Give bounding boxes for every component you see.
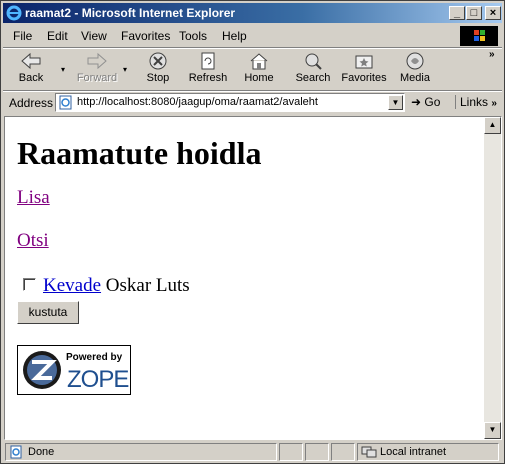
page-content: Raamatute hoidla Lisa Otsi Kevade Oskar … [5,117,484,439]
forward-button[interactable]: Forward [75,49,119,89]
home-button[interactable]: Home [239,49,279,89]
menu-view[interactable]: View [81,29,107,43]
search-icon [305,53,322,70]
home-icon [250,53,268,70]
title-bar[interactable]: raamat2 - Microsoft Internet Explorer _ … [3,3,502,23]
scroll-down-icon[interactable]: ▼ [484,422,501,439]
status-main: Done [5,443,277,461]
forward-dropdown-icon[interactable]: ▾ [123,65,127,74]
close-button[interactable]: × [485,6,501,20]
minimize-button[interactable]: _ [449,6,465,20]
address-bar: Address http://localhost:8080/jaagup/oma… [3,92,502,114]
go-arrow-icon: ➜ [411,95,422,109]
links-chevron-icon: » [491,98,497,109]
powered-by-zope-badge[interactable]: Powered by ZOPE [17,345,131,395]
menu-help[interactable]: Help [222,29,247,43]
media-button[interactable]: Media [395,49,435,89]
favorites-button[interactable]: Favorites [339,49,389,89]
go-button[interactable]: ➜ Go [411,95,440,109]
scroll-up-icon[interactable]: ▲ [484,117,501,134]
status-text: Done [28,446,55,458]
back-button[interactable]: Back [11,49,51,89]
status-pane [279,443,303,461]
ie-logo-icon [6,5,22,21]
stop-label: Stop [146,72,170,84]
badge-zope: ZOPE [67,366,129,393]
menu-bar: File Edit View Favorites Tools Help [3,25,502,47]
windows-logo-icon [460,26,498,46]
links-button[interactable]: Links » [455,95,497,109]
back-label: Back [18,72,44,84]
menu-edit[interactable]: Edit [47,29,68,43]
refresh-button[interactable]: Refresh [183,49,233,89]
stop-icon [149,52,167,70]
refresh-label: Refresh [188,72,228,84]
lisa-link[interactable]: Lisa [17,187,50,209]
book-checkbox[interactable] [23,278,36,292]
maximize-button[interactable]: □ [466,6,482,20]
search-button[interactable]: Search [293,49,333,89]
menu-favorites[interactable]: Favorites [121,29,170,43]
page-heading: Raamatute hoidla [17,135,262,171]
status-pane [305,443,329,461]
book-author: Oskar Luts [105,275,190,296]
stop-button[interactable]: Stop [139,49,177,89]
window-title: raamat2 - Microsoft Internet Explorer [25,6,236,20]
intranet-icon [361,446,377,458]
address-label: Address [9,96,54,110]
status-pane [331,443,355,461]
refresh-icon [201,52,215,70]
back-dropdown-icon[interactable]: ▾ [61,65,65,74]
address-url: http://localhost:8080/jaagup/oma/raamat2… [77,96,318,108]
status-zone: Local intranet [357,443,499,461]
book-row: Kevade Oskar Luts [23,275,190,297]
badge-powered-by: Powered by [66,352,123,363]
media-label: Media [400,72,430,84]
address-input[interactable]: http://localhost:8080/jaagup/oma/raamat2… [55,93,405,112]
menu-file[interactable]: File [13,29,32,43]
browser-window: raamat2 - Microsoft Internet Explorer _ … [0,0,505,464]
status-bar: Done Local intranet [3,442,502,462]
menu-tools[interactable]: Tools [179,29,207,43]
favorites-folder-icon [355,55,373,69]
address-dropdown-icon[interactable]: ▼ [388,95,403,110]
book-title-link[interactable]: Kevade [43,275,101,296]
page-viewport: Raamatute hoidla Lisa Otsi Kevade Oskar … [4,116,502,440]
toolbar: Back ▾ Forward ▾ Stop Refresh Home Searc… [3,49,502,91]
media-icon [406,52,424,70]
otsi-link[interactable]: Otsi [17,230,49,252]
forward-label: Forward [76,72,118,84]
vertical-scrollbar[interactable]: ▲ ▼ [484,117,501,439]
zope-logo-icon [23,351,61,389]
delete-button[interactable]: kustuta [17,301,79,324]
back-arrow-icon [21,52,41,70]
page-done-icon [10,445,22,459]
zone-text: Local intranet [380,446,447,458]
favorites-label: Favorites [341,72,387,84]
toolbar-chevron-icon[interactable]: » [489,49,495,60]
page-icon [59,95,72,110]
forward-arrow-icon [87,52,107,70]
links-label: Links [460,95,489,109]
search-label: Search [295,72,331,84]
go-label: Go [424,95,441,109]
home-label: Home [244,72,274,84]
